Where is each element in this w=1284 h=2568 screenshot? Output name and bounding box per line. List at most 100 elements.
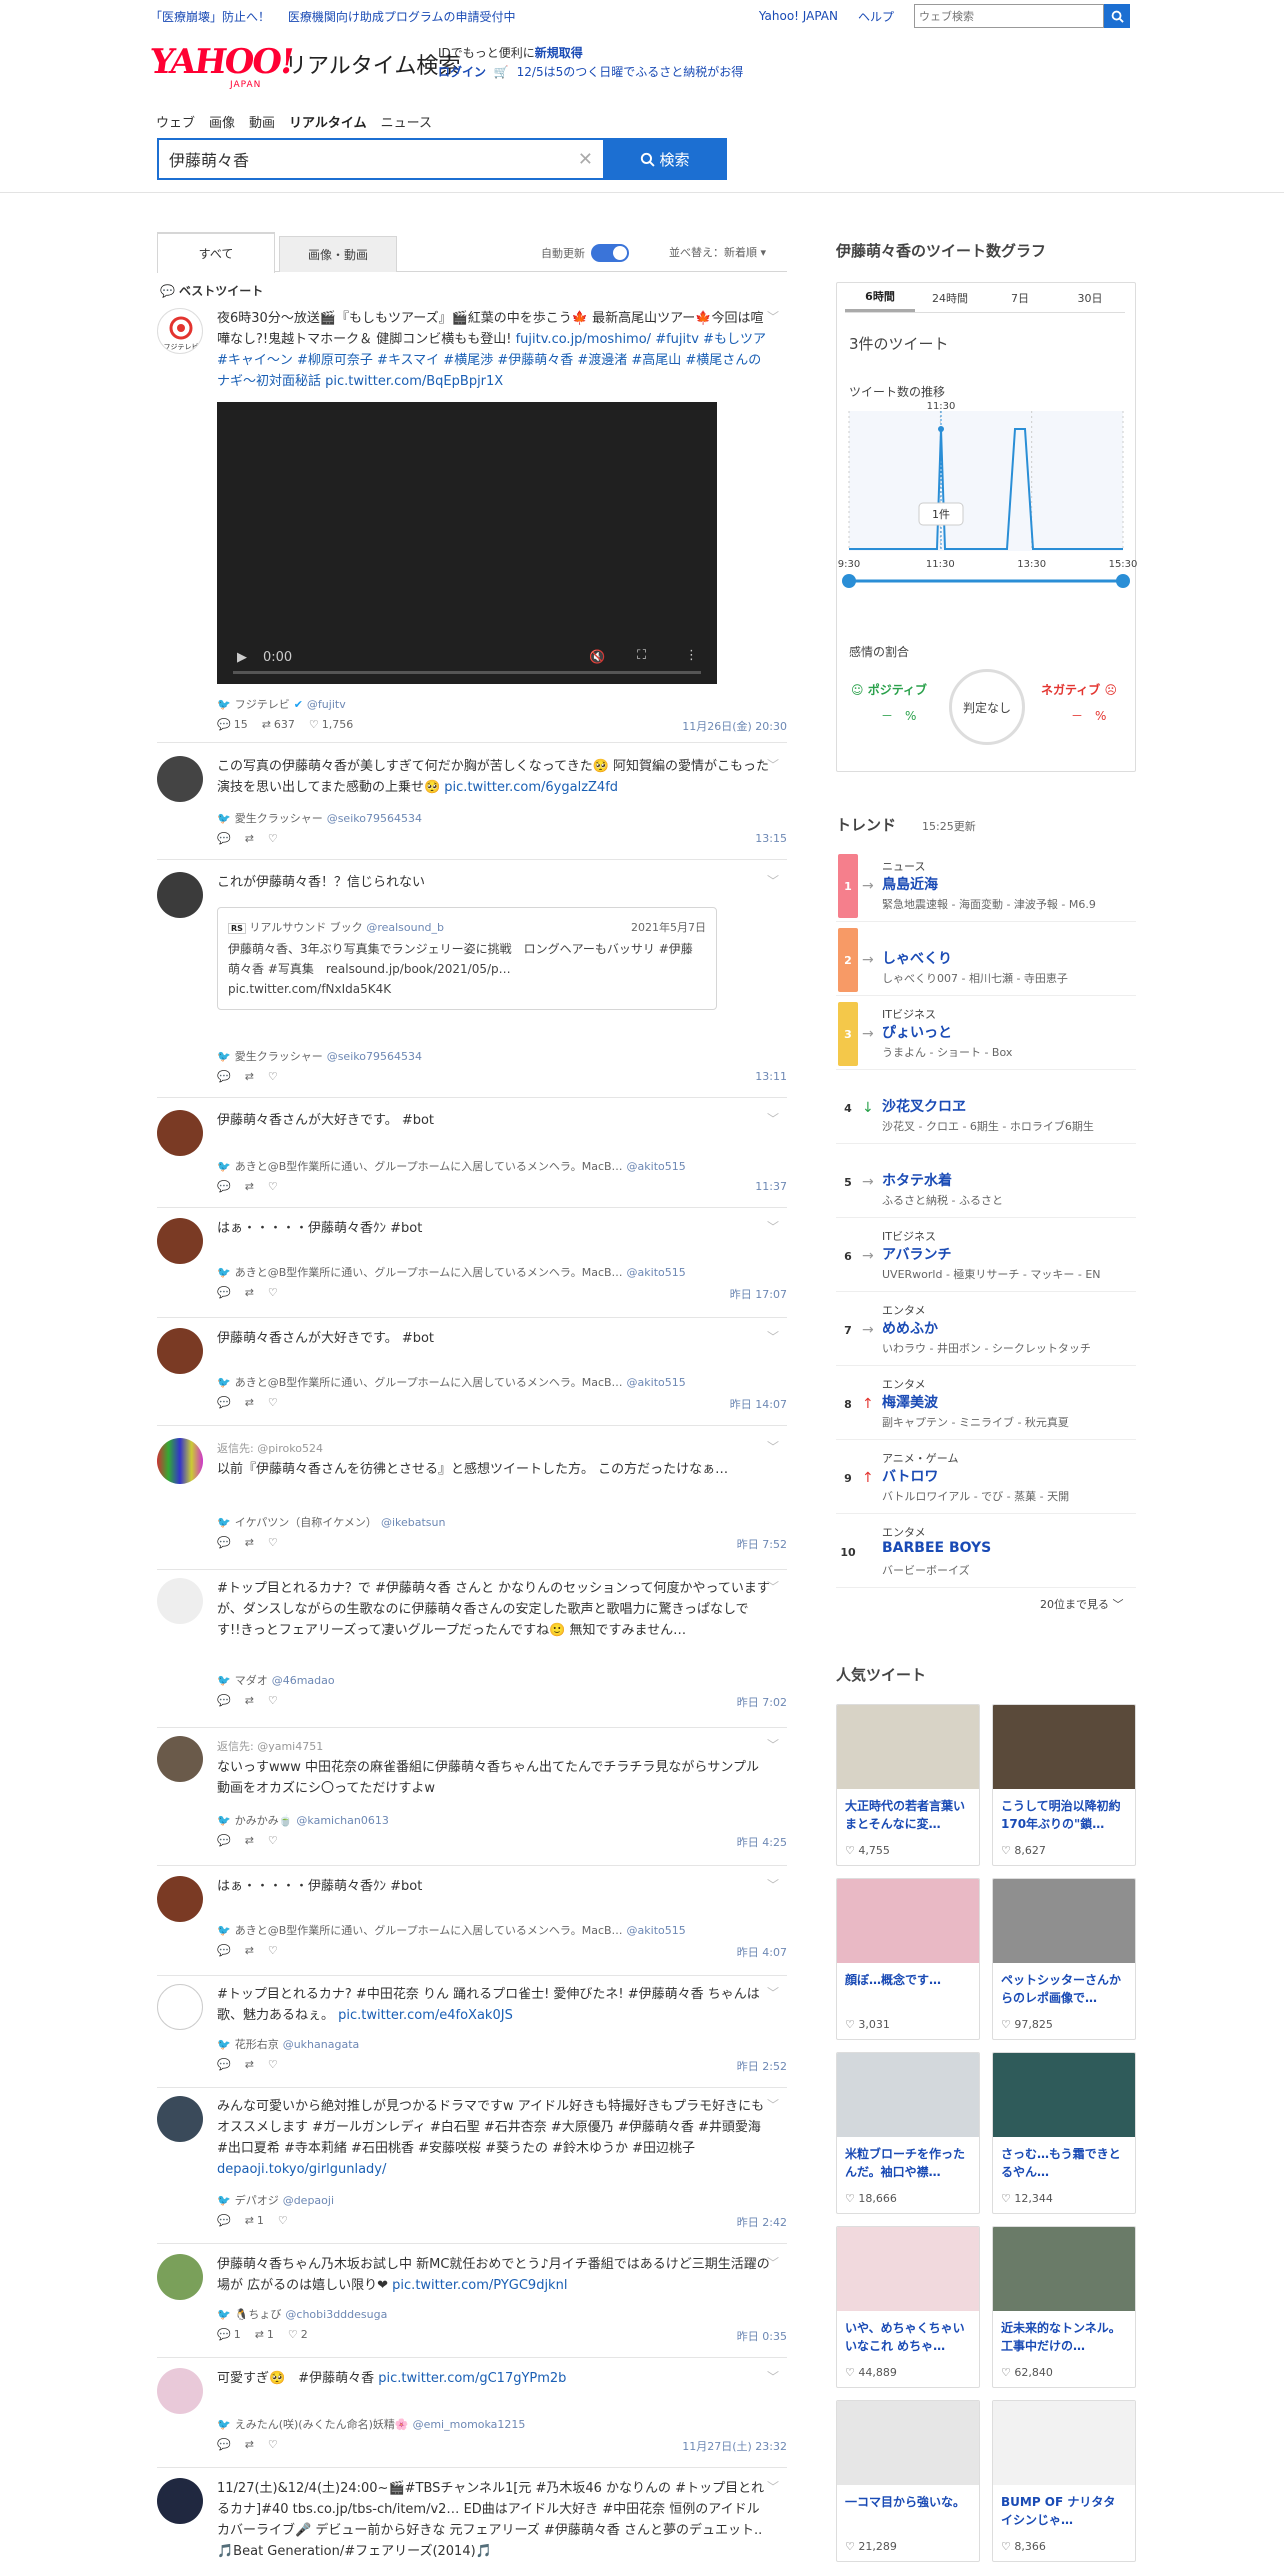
retweet-icon[interactable]: ⇄ (245, 2438, 254, 2451)
tweet-link[interactable]: depaoji.tokyo/girlgunlady/ (217, 2162, 386, 2177)
popular-tweet[interactable]: BUMP OF ナリタタイシンじゃ… ♡ 8,366 (992, 2400, 1136, 2562)
avatar[interactable] (157, 1984, 203, 2030)
avatar[interactable] (157, 872, 203, 918)
auto-update-toggle[interactable] (591, 244, 629, 262)
chevron-down-icon[interactable]: ﹀ (767, 308, 779, 325)
chevron-down-icon[interactable]: ﹀ (767, 1218, 779, 1235)
retweet-button[interactable]: ⇄ 1 (245, 2214, 264, 2227)
tweet-link[interactable]: pic.twitter.com/PYGC9djknl (392, 2278, 567, 2293)
heart-icon[interactable]: ♡ (278, 2214, 288, 2227)
trend-word[interactable]: ぴょいっと (882, 1022, 952, 1042)
nav-video[interactable]: 動画 (249, 112, 275, 131)
tweet-time[interactable]: 昨日 7:02 (737, 1694, 787, 1710)
web-search-button[interactable] (1104, 4, 1130, 28)
tweet-link[interactable]: pic.twitter.com/e4foXak0JS (338, 2008, 513, 2023)
help-link[interactable]: ヘルプ (858, 8, 894, 25)
author-screen-name[interactable]: @ikebatsun (381, 1516, 446, 1529)
trend-word[interactable]: めめふか (882, 1318, 938, 1338)
reply-icon[interactable]: 💬 (217, 1694, 231, 1707)
trend-item[interactable]: 10 エンタメ BARBEE BOYS バービーボーイズ (836, 1516, 1136, 1588)
chevron-down-icon[interactable]: ﹀ (767, 1110, 779, 1127)
reply-icon[interactable]: 💬 (217, 1070, 231, 1083)
range-handle-left[interactable] (842, 574, 856, 588)
reply-icon[interactable]: 💬 (217, 1396, 231, 1409)
tweet-time[interactable]: 昨日 0:35 (737, 2328, 787, 2344)
login-link[interactable]: ログイン (438, 65, 486, 79)
chevron-down-icon[interactable]: ﹀ (767, 872, 779, 889)
heart-icon[interactable]: ♡ (268, 1396, 278, 1409)
tweet-time[interactable]: 昨日 4:25 (737, 1834, 787, 1850)
author-screen-name[interactable]: @kamichan0613 (296, 1814, 388, 1827)
tweet-link[interactable]: fujitv.co.jp/moshimo/ (516, 332, 651, 347)
reply-to[interactable]: 返信先: @yami4751 (217, 1736, 771, 1757)
avatar[interactable] (157, 2254, 203, 2300)
tweet-time[interactable]: 13:15 (755, 832, 787, 845)
reply-button[interactable]: 💬 15 (217, 718, 248, 731)
reply-icon[interactable]: 💬 (217, 2438, 231, 2451)
chevron-down-icon[interactable]: ﹀ (767, 1736, 779, 1753)
trend-item[interactable]: 3 → ITビジネス ぴょいっと うまよん - ショート - Box (836, 998, 1136, 1070)
trend-word[interactable]: BARBEE BOYS (882, 1540, 991, 1556)
author-name[interactable]: デパオジ (235, 2192, 279, 2208)
author-name[interactable]: マダオ (235, 1672, 268, 1688)
trend-item[interactable]: 1 → ニュース 鳥島近海 緊急地震速報 - 海面変動 - 津波予報 - M6.9 (836, 850, 1136, 922)
chevron-down-icon[interactable]: ﹀ (767, 2368, 779, 2385)
nav-realtime[interactable]: リアルタイム (289, 112, 367, 131)
chevron-down-icon[interactable]: ﹀ (767, 2254, 779, 2271)
tweet-time[interactable]: 昨日 4:07 (737, 1944, 787, 1960)
retweet-icon[interactable]: ⇄ (245, 1396, 254, 1409)
clear-icon[interactable]: ✕ (578, 149, 593, 170)
more-icon[interactable]: ⋮ (685, 648, 698, 663)
trend-item[interactable]: 6 → ITビジネス アバランチ UVERworld - 極東リサーチ - マッキー -… (836, 1220, 1136, 1292)
retweet-icon[interactable]: ⇄ (245, 1070, 254, 1083)
heart-icon[interactable]: ♡ (268, 2438, 278, 2451)
chevron-down-icon[interactable]: ﹀ (767, 1578, 779, 1595)
reply-button[interactable]: 💬 1 (217, 2328, 241, 2341)
author-screen-name[interactable]: @chobi3dddesuga (285, 2308, 387, 2321)
signup-link[interactable]: 新規取得 (535, 46, 583, 60)
trend-item[interactable]: 8 ↑ エンタメ 梅澤美波 副キャプテン - ミニライブ - 秋元真夏 (836, 1368, 1136, 1440)
reply-icon[interactable]: 💬 (217, 832, 231, 845)
author-screen-name[interactable]: @fujitv (307, 698, 346, 711)
popular-tweet[interactable]: さっむ…もう霜できとるやん… ♡ 12,344 (992, 2052, 1136, 2214)
tweet-link[interactable]: pic.twitter.com/gC17gYPm2b (378, 2371, 566, 2386)
notice-link[interactable]: 12/5は5のつく日曜でふるさと納税がお得 (517, 65, 744, 79)
fullscreen-icon[interactable]: ⛶ (637, 648, 646, 663)
graph-tab-24h[interactable]: 24時間 (915, 283, 985, 312)
chevron-down-icon[interactable]: ﹀ (767, 1984, 779, 2001)
web-search-input[interactable] (914, 4, 1104, 28)
author-screen-name[interactable]: @akito515 (627, 1376, 686, 1389)
tweet-time[interactable]: 昨日 14:07 (730, 1396, 787, 1412)
trend-item[interactable]: 9 ↑ アニメ・ゲーム バトロワ バトルロワイアル - でび - 蒸菓 - 天開 (836, 1442, 1136, 1514)
avatar[interactable] (157, 1218, 203, 1264)
author-name[interactable]: あきと@B型作業所に通い、グループホームに入居しているメンヘラ。MacB… (235, 1264, 623, 1280)
retweet-icon[interactable]: ⇄ (245, 1180, 254, 1193)
play-icon[interactable]: ▶ (237, 650, 247, 665)
trend-word[interactable]: 梅澤美波 (882, 1392, 938, 1412)
popular-tweet[interactable]: 一コマ目から強いな。 ♡ 21,289 (836, 2400, 980, 2562)
author-name[interactable]: 愛生クラッシャー (235, 810, 323, 826)
popular-tweet[interactable]: 米粒ブローチを作ったんだ。袖口や襟… ♡ 18,666 (836, 2052, 980, 2214)
nav-web[interactable]: ウェブ (156, 112, 195, 131)
avatar[interactable] (157, 756, 203, 802)
promo-link-2[interactable]: 医療機関向け助成プログラムの申請受付中 (288, 10, 516, 24)
retweet-icon[interactable]: ⇄ (245, 832, 254, 845)
popular-tweet[interactable]: こうして明治以降初約170年ぶりの"鎖… ♡ 8,627 (992, 1704, 1136, 1866)
heart-icon[interactable]: ♡ (268, 2058, 278, 2071)
heart-icon[interactable]: ♡ (268, 1834, 278, 1847)
chevron-down-icon[interactable]: ﹀ (767, 1438, 779, 1455)
avatar[interactable] (157, 1876, 203, 1922)
nav-images[interactable]: 画像 (209, 112, 235, 131)
author-screen-name[interactable]: @seiko79564534 (327, 1050, 422, 1063)
tweet-time[interactable]: 昨日 7:52 (737, 1536, 787, 1552)
avatar[interactable] (157, 2478, 203, 2524)
author-name[interactable]: かみかみ🍵 (235, 1812, 293, 1828)
trend-item[interactable]: 4 ↓ 沙花叉クロヱ 沙花叉 - クロエ - 6期生 - ホロライブ6期生 (836, 1072, 1136, 1144)
tweet-time[interactable]: 13:11 (755, 1070, 787, 1083)
avatar[interactable] (157, 2096, 203, 2142)
popular-tweet[interactable]: ペットシッターさんからのレポ画像で… ♡ 97,825 (992, 1878, 1136, 2040)
service-name[interactable]: リアルタイム検索 (285, 48, 460, 80)
trend-item[interactable]: 7 → エンタメ めめふか いわラウ - 井田ボン - シークレットタッチ (836, 1294, 1136, 1366)
avatar[interactable] (157, 1110, 203, 1156)
popular-tweet[interactable]: 大正時代の若者言葉いまとそんなに変… ♡ 4,755 (836, 1704, 980, 1866)
